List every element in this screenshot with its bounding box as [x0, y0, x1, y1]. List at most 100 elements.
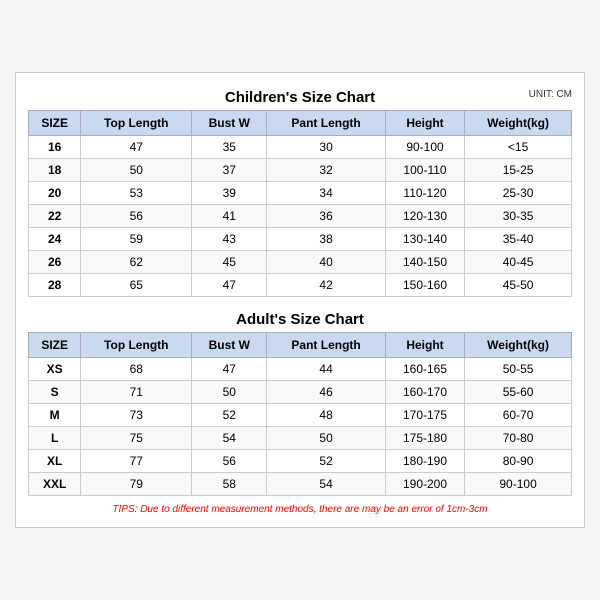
- adult-size-table: SIZE Top Length Bust W Pant Length Heigh…: [28, 332, 572, 496]
- table-cell: 62: [81, 251, 192, 274]
- col-size: SIZE: [29, 111, 81, 136]
- table-cell: 40: [267, 251, 386, 274]
- table-cell: 100-110: [385, 159, 464, 182]
- table-cell: 18: [29, 159, 81, 182]
- table-cell: 30-35: [465, 205, 572, 228]
- table-cell: 90-100: [385, 136, 464, 159]
- table-cell: <15: [465, 136, 572, 159]
- table-cell: 150-160: [385, 274, 464, 297]
- table-cell: 58: [192, 473, 267, 496]
- table-cell: 37: [192, 159, 267, 182]
- table-cell: 170-175: [385, 404, 464, 427]
- table-cell: 54: [192, 427, 267, 450]
- children-section-title: Children's Size Chart UNIT: CM: [28, 83, 572, 110]
- table-cell: 26: [29, 251, 81, 274]
- table-cell: 68: [81, 358, 192, 381]
- table-cell: 77: [81, 450, 192, 473]
- table-cell: 15-25: [465, 159, 572, 182]
- unit-label: UNIT: CM: [529, 89, 572, 100]
- table-cell: 75: [81, 427, 192, 450]
- table-cell: 47: [192, 358, 267, 381]
- table-cell: 50-55: [465, 358, 572, 381]
- tips-text: TIPS: Due to different measurement metho…: [28, 504, 572, 515]
- table-cell: 56: [81, 205, 192, 228]
- table-cell: 41: [192, 205, 267, 228]
- table-cell: 160-170: [385, 381, 464, 404]
- table-cell: XS: [29, 358, 81, 381]
- table-row: 20533934110-12025-30: [29, 182, 572, 205]
- children-size-table: SIZE Top Length Bust W Pant Length Heigh…: [28, 110, 572, 297]
- table-cell: 140-150: [385, 251, 464, 274]
- table-cell: 30: [267, 136, 386, 159]
- table-cell: 175-180: [385, 427, 464, 450]
- adult-section-title: Adult's Size Chart: [28, 305, 572, 332]
- table-cell: 71: [81, 381, 192, 404]
- col-height: Height: [385, 111, 464, 136]
- table-cell: 180-190: [385, 450, 464, 473]
- table-cell: S: [29, 381, 81, 404]
- table-row: 1647353090-100<15: [29, 136, 572, 159]
- table-cell: XXL: [29, 473, 81, 496]
- col-top-length: Top Length: [81, 111, 192, 136]
- table-cell: 50: [81, 159, 192, 182]
- table-cell: 65: [81, 274, 192, 297]
- table-cell: 50: [192, 381, 267, 404]
- children-title: Children's Size Chart: [225, 89, 375, 106]
- adult-header-row: SIZE Top Length Bust W Pant Length Heigh…: [29, 333, 572, 358]
- table-row: M735248170-17560-70: [29, 404, 572, 427]
- table-cell: 28: [29, 274, 81, 297]
- table-cell: 55-60: [465, 381, 572, 404]
- table-cell: 25-30: [465, 182, 572, 205]
- table-row: 28654742150-16045-50: [29, 274, 572, 297]
- table-cell: 52: [267, 450, 386, 473]
- table-cell: 190-200: [385, 473, 464, 496]
- table-cell: 54: [267, 473, 386, 496]
- table-cell: 45: [192, 251, 267, 274]
- table-cell: 42: [267, 274, 386, 297]
- adult-col-size: SIZE: [29, 333, 81, 358]
- table-cell: 120-130: [385, 205, 464, 228]
- table-cell: 160-165: [385, 358, 464, 381]
- table-row: 18503732100-11015-25: [29, 159, 572, 182]
- table-row: L755450175-18070-80: [29, 427, 572, 450]
- table-cell: 43: [192, 228, 267, 251]
- table-cell: 22: [29, 205, 81, 228]
- table-cell: 35-40: [465, 228, 572, 251]
- adult-col-pant-length: Pant Length: [267, 333, 386, 358]
- table-cell: 16: [29, 136, 81, 159]
- table-row: XS684744160-16550-55: [29, 358, 572, 381]
- table-cell: 45-50: [465, 274, 572, 297]
- adult-col-top-length: Top Length: [81, 333, 192, 358]
- children-header-row: SIZE Top Length Bust W Pant Length Heigh…: [29, 111, 572, 136]
- table-cell: 130-140: [385, 228, 464, 251]
- adult-title: Adult's Size Chart: [236, 311, 364, 328]
- table-cell: 110-120: [385, 182, 464, 205]
- col-pant-length: Pant Length: [267, 111, 386, 136]
- table-cell: 46: [267, 381, 386, 404]
- table-cell: 60-70: [465, 404, 572, 427]
- table-cell: 50: [267, 427, 386, 450]
- table-cell: 56: [192, 450, 267, 473]
- table-cell: M: [29, 404, 81, 427]
- table-cell: 35: [192, 136, 267, 159]
- table-cell: 32: [267, 159, 386, 182]
- table-cell: 20: [29, 182, 81, 205]
- table-cell: 38: [267, 228, 386, 251]
- table-cell: 39: [192, 182, 267, 205]
- table-cell: 70-80: [465, 427, 572, 450]
- table-row: S715046160-17055-60: [29, 381, 572, 404]
- table-cell: 79: [81, 473, 192, 496]
- table-row: XXL795854190-20090-100: [29, 473, 572, 496]
- table-cell: 53: [81, 182, 192, 205]
- table-cell: 44: [267, 358, 386, 381]
- table-row: XL775652180-19080-90: [29, 450, 572, 473]
- table-cell: 24: [29, 228, 81, 251]
- adult-col-bust-w: Bust W: [192, 333, 267, 358]
- table-row: 24594338130-14035-40: [29, 228, 572, 251]
- table-cell: 47: [81, 136, 192, 159]
- table-cell: 90-100: [465, 473, 572, 496]
- table-cell: 59: [81, 228, 192, 251]
- table-cell: XL: [29, 450, 81, 473]
- table-cell: 40-45: [465, 251, 572, 274]
- table-cell: 47: [192, 274, 267, 297]
